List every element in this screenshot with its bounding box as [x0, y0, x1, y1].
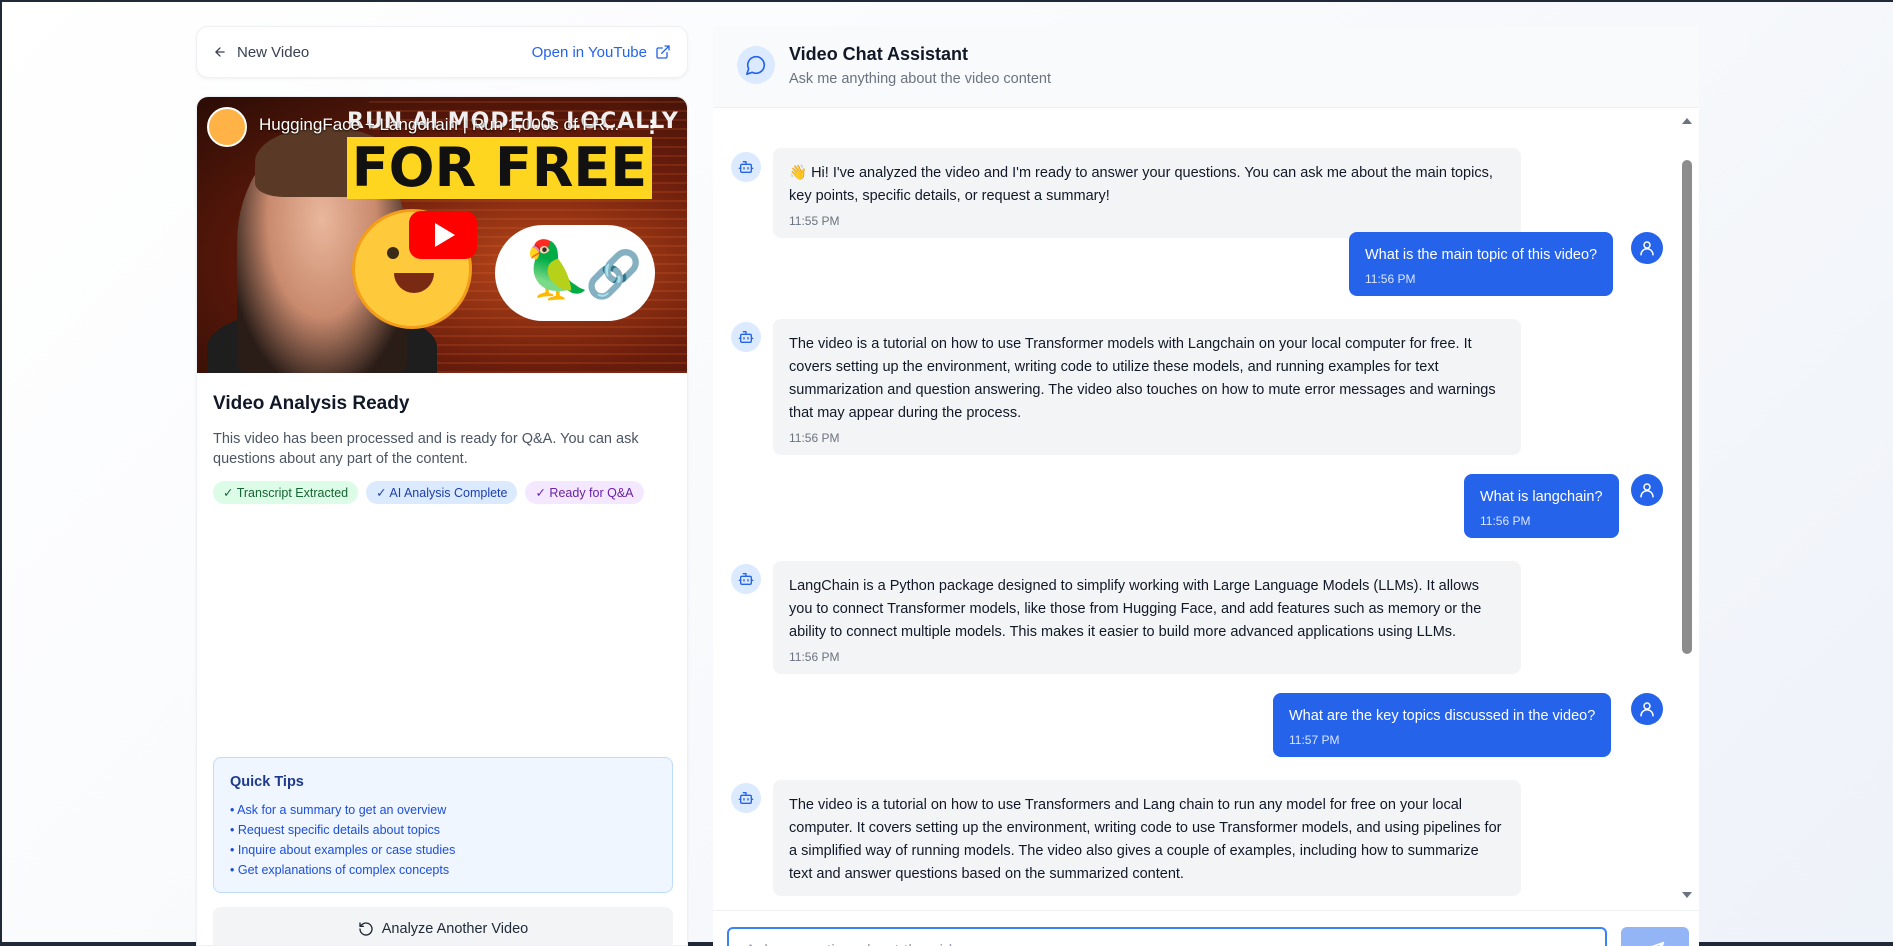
bot-avatar — [731, 152, 761, 182]
user-avatar — [1631, 232, 1663, 264]
message-text: 👋 Hi! I've analyzed the video and I'm re… — [789, 165, 1493, 204]
user-avatar — [1631, 693, 1663, 725]
status-badge-analysis: ✓ AI Analysis Complete — [366, 481, 518, 504]
video-card: RUN AI MODELS LOCALLY FOR FREE 🦜 🔗 Huggi… — [196, 96, 688, 946]
message-time: 11:57 PM — [1289, 733, 1340, 747]
send-button[interactable] — [1621, 927, 1689, 946]
quick-tips-box: Quick Tips • Ask for a summary to get an… — [213, 757, 673, 893]
window-frame-top — [0, 0, 1893, 2]
bot-avatar — [731, 564, 761, 594]
quick-tips-title: Quick Tips — [230, 774, 304, 790]
thumbnail-free-banner: FOR FREE — [347, 137, 652, 199]
analyze-another-video-label: Analyze Another Video — [381, 921, 529, 937]
user-icon — [1640, 483, 1654, 498]
bot-icon — [738, 792, 754, 804]
scroll-up-arrow-icon[interactable] — [1682, 118, 1692, 124]
chat-input[interactable] — [727, 927, 1607, 946]
user-icon — [1640, 241, 1654, 256]
video-title[interactable]: HuggingFace + Langchain | Run 1,000s of … — [259, 115, 639, 135]
message-text: What is langchain? — [1480, 489, 1603, 505]
tip-item: • Inquire about examples or case studies — [230, 843, 456, 857]
open-in-youtube-label: Open in YouTube — [531, 43, 647, 61]
open-in-youtube-link[interactable]: Open in YouTube — [532, 44, 671, 61]
message-time: 11:55 PM — [789, 214, 840, 228]
chain-link-icon: 🔗 — [585, 248, 643, 300]
chat-scrollbar[interactable] — [1680, 116, 1694, 904]
rotate-ccw-icon — [359, 922, 373, 936]
user-message: What is the main topic of this video? 11… — [1349, 232, 1614, 296]
tip-item: • Request specific details about topics — [230, 823, 441, 837]
message-text: LangChain is a Python package designed t… — [789, 578, 1482, 640]
emoji-eye — [387, 247, 399, 259]
message-text: What are the key topics discussed in the… — [1289, 708, 1596, 724]
channel-avatar[interactable] — [207, 107, 247, 147]
message-circle-icon — [737, 46, 775, 84]
user-message: What is langchain? 11:56 PM — [1464, 474, 1619, 538]
chat-title: Video Chat Assistant — [789, 44, 969, 64]
bot-avatar — [731, 322, 761, 352]
user-avatar — [1631, 474, 1663, 506]
status-badge-ready: ✓ Ready for Q&A — [525, 481, 644, 504]
chat-panel: Video Chat Assistant Ask me anything abo… — [713, 26, 1699, 946]
scroll-thumb[interactable] — [1682, 160, 1692, 654]
analysis-summary: Video Analysis Ready This video has been… — [213, 393, 673, 504]
message-text: The video is a tutorial on how to use Tr… — [789, 797, 1502, 882]
message-text: The video is a tutorial on how to use Tr… — [789, 336, 1496, 421]
video-toolbar: New Video Open in YouTube — [196, 26, 688, 78]
scroll-down-arrow-icon[interactable] — [1682, 892, 1692, 898]
bot-icon — [738, 573, 754, 585]
bot-message: The video is a tutorial on how to use Tr… — [773, 319, 1521, 455]
chat-input-bar — [713, 910, 1699, 946]
parrot-icon: 🦜 — [522, 238, 592, 301]
bot-message: The video is a tutorial on how to use Tr… — [773, 780, 1521, 896]
bot-icon — [738, 161, 754, 173]
user-message: What are the key topics discussed in the… — [1273, 693, 1612, 757]
message-time: 11:56 PM — [1365, 272, 1416, 286]
send-icon — [1651, 941, 1665, 946]
play-icon — [435, 223, 455, 247]
message-list: 👋 Hi! I've analyzed the video and I'm re… — [713, 116, 1673, 909]
external-link-icon — [656, 45, 670, 59]
message-time: 11:56 PM — [789, 650, 840, 664]
tip-item: • Get explanations of complex concepts — [230, 863, 450, 877]
bot-message: LangChain is a Python package designed t… — [773, 561, 1521, 674]
analysis-description: This video has been processed and is rea… — [213, 431, 639, 467]
new-video-label: New Video — [237, 43, 310, 61]
message-time: 11:56 PM — [789, 431, 840, 445]
arrow-left-icon — [215, 47, 225, 57]
user-icon — [1640, 702, 1654, 717]
analysis-title: Video Analysis Ready — [213, 393, 410, 414]
chat-subtitle: Ask me anything about the video content — [789, 71, 1051, 87]
message-text: What is the main topic of this video? — [1365, 247, 1598, 263]
more-options-icon[interactable]: ⋮ — [643, 117, 661, 138]
window-frame-left — [0, 0, 2, 946]
tip-item: • Ask for a summary to get an overview — [230, 803, 447, 817]
video-player[interactable]: RUN AI MODELS LOCALLY FOR FREE 🦜 🔗 Huggi… — [197, 97, 687, 373]
bot-avatar — [731, 783, 761, 813]
new-video-button[interactable]: New Video — [213, 44, 309, 61]
message-time: 11:56 PM — [1480, 514, 1531, 528]
status-badge-transcript: ✓ Transcript Extracted — [213, 481, 359, 504]
status-badges: ✓ Transcript Extracted ✓ AI Analysis Com… — [213, 481, 673, 504]
bot-icon — [738, 331, 754, 343]
analyze-another-video-button[interactable]: Analyze Another Video — [213, 907, 673, 945]
bot-message: 👋 Hi! I've analyzed the video and I'm re… — [773, 148, 1521, 238]
chat-header: Video Chat Assistant Ask me anything abo… — [713, 26, 1699, 108]
